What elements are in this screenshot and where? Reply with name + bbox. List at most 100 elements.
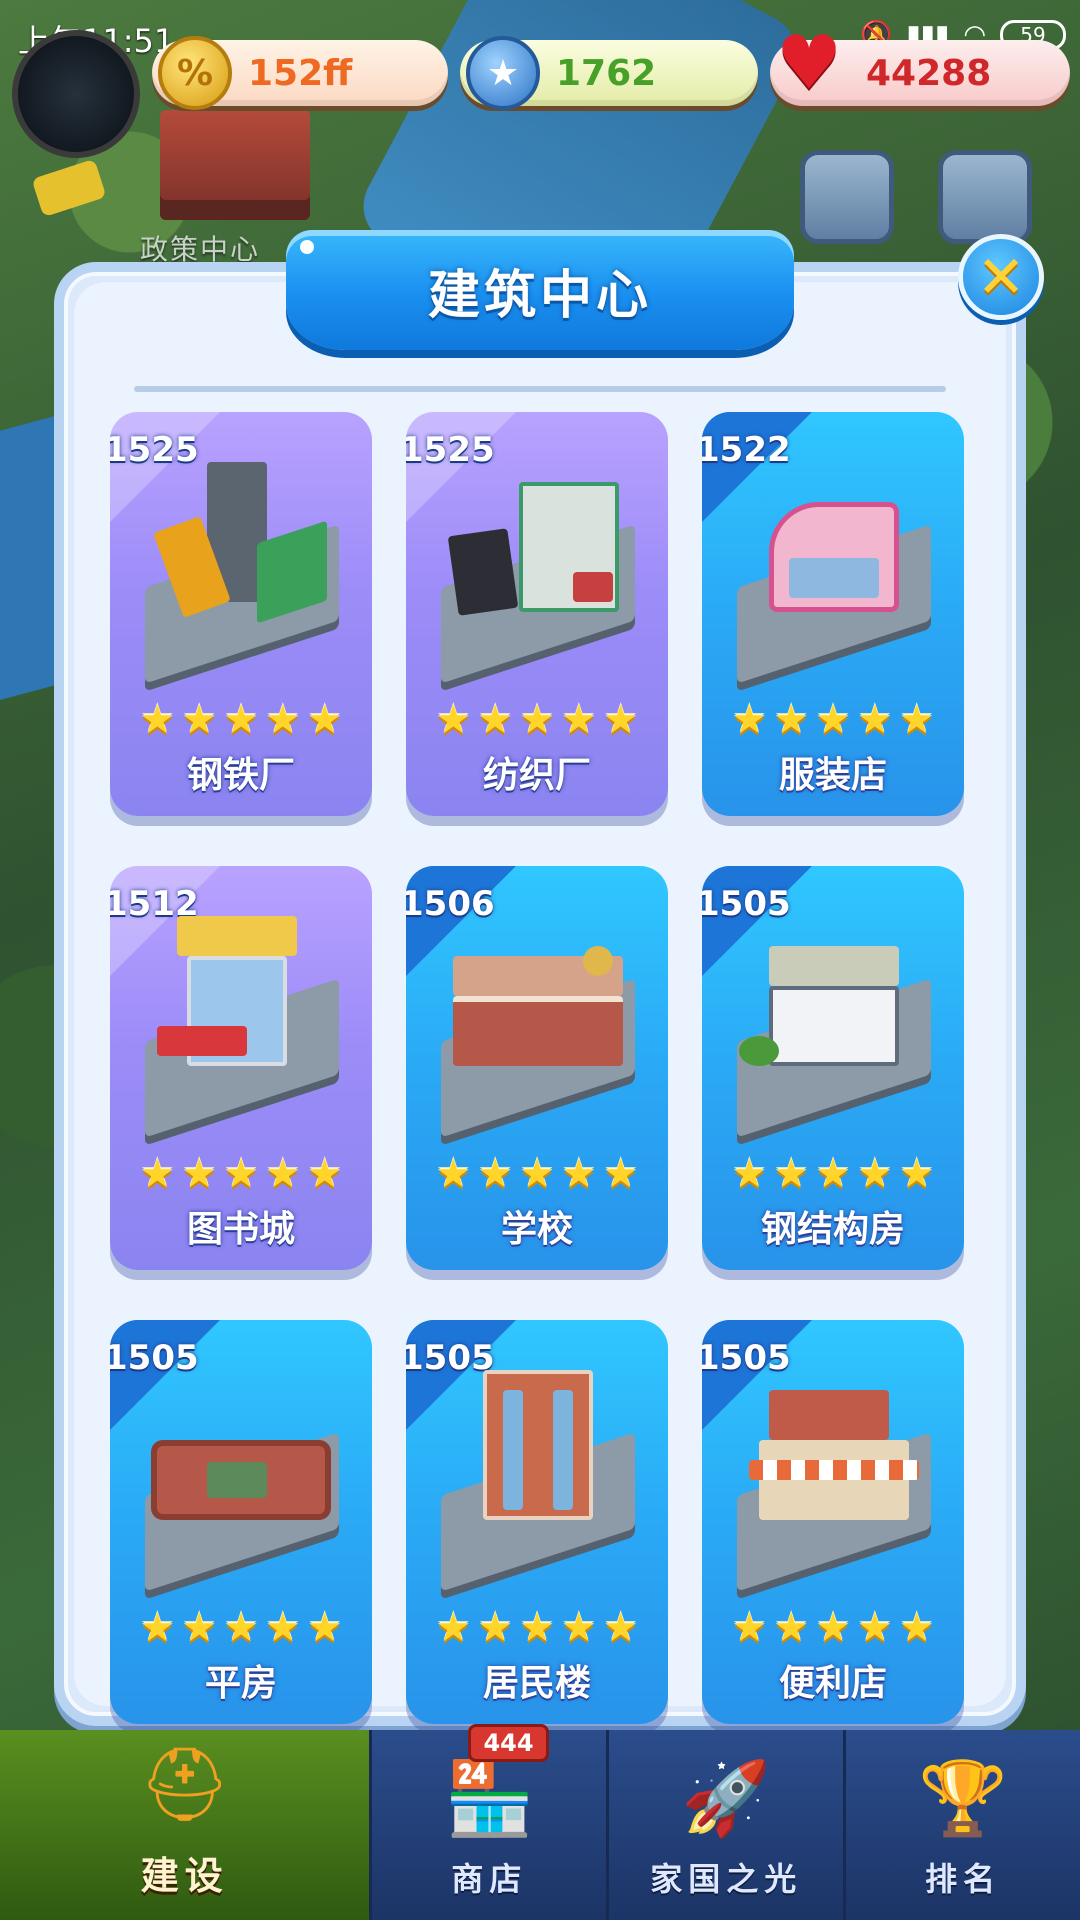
building-name: 图书城	[186, 1209, 295, 1250]
star-icon: ★	[181, 1605, 218, 1651]
star-rating: ★ ★ ★ ★ ★	[406, 1608, 668, 1648]
star-counter[interactable]: ★ 1762	[460, 36, 758, 110]
hard-hat-icon: ⛑	[139, 1742, 231, 1826]
tab-shop[interactable]: 444 🏪 商店	[369, 1724, 607, 1920]
building-card-bungalow[interactable]: 1505 ★ ★ ★ ★ ★ 平房	[110, 1320, 372, 1724]
building-card-steel-frame-house[interactable]: 1505 ★ ★ ★ ★ ★ 钢结构房	[702, 866, 964, 1270]
building-name: 钢铁厂	[186, 755, 295, 796]
building-card-convenience-store[interactable]: 1505 ★ ★ ★ ★ ★ 便利店	[702, 1320, 964, 1724]
star-icon: ★	[139, 1151, 176, 1197]
star-icon: ★	[856, 1605, 893, 1651]
building-name: 纺织厂	[482, 755, 591, 796]
star-rating: ★ ★ ★ ★ ★	[702, 1154, 964, 1194]
star-icon: ★	[435, 697, 472, 743]
star-icon: ★	[731, 1605, 768, 1651]
building-card-apartment[interactable]: 1505 ★ ★ ★ ★ ★ 居民楼	[406, 1320, 668, 1724]
star-icon: ★	[773, 1151, 810, 1197]
star-value: 1762	[556, 52, 657, 94]
star-icon: ★	[519, 1605, 555, 1651]
building-name: 钢结构房	[760, 1209, 905, 1250]
tab-national-glory[interactable]: 🚀 家国之光	[606, 1730, 844, 1920]
tab-label: 建设	[140, 1854, 229, 1898]
star-icon: ★	[560, 1605, 597, 1651]
star-icon: ★	[477, 1151, 514, 1197]
star-icon: ★	[306, 1151, 343, 1197]
divider	[134, 386, 946, 392]
star-icon: ★	[223, 1151, 259, 1197]
map-upgrade-icon[interactable]	[938, 150, 1032, 244]
building-card-book-city[interactable]: 1512 ★ ★ ★ ★ ★ 图书城	[110, 866, 372, 1270]
tab-build[interactable]: ⛑ 建设	[0, 1730, 370, 1920]
textile-mill-icon	[420, 452, 656, 684]
coin-value: 152ff	[248, 52, 353, 94]
star-icon: ★	[223, 1605, 259, 1651]
star-icon: ★	[815, 1151, 851, 1197]
star-icon: ★	[602, 1605, 639, 1651]
tab-ranking[interactable]: 🏆 排名	[843, 1730, 1080, 1920]
building-card-textile-mill[interactable]: 1525 ★ ★ ★ ★ ★ 纺织厂	[406, 412, 668, 816]
building-name: 服装店	[778, 755, 887, 796]
close-button[interactable]: ✕	[958, 234, 1044, 320]
building-card-clothing-store[interactable]: 1522 ★ ★ ★ ★ ★ 服装店	[702, 412, 964, 816]
star-icon: ★	[466, 36, 540, 110]
bungalow-icon	[124, 1360, 360, 1592]
star-icon: ★	[264, 1605, 301, 1651]
star-icon: ★	[139, 697, 176, 743]
heart-icon: ♥	[775, 20, 843, 106]
star-rating: ★ ★ ★ ★ ★	[702, 700, 964, 740]
steel-frame-house-icon	[716, 906, 952, 1138]
star-icon: ★	[815, 1605, 851, 1651]
map-event-icon[interactable]	[800, 150, 894, 244]
star-icon: ★	[560, 697, 597, 743]
star-icon: ★	[898, 1605, 935, 1651]
coin-counter[interactable]: % 152ff	[152, 36, 448, 110]
star-rating: ★ ★ ★ ★ ★	[110, 700, 372, 740]
star-icon: ★	[815, 697, 851, 743]
panel-title-ribbon: 建筑中心	[286, 230, 794, 350]
tab-label: 家国之光	[650, 1860, 803, 1898]
star-icon: ★	[602, 1151, 639, 1197]
star-icon: ★	[181, 697, 218, 743]
tab-label: 排名	[925, 1860, 1002, 1898]
building-name: 便利店	[778, 1663, 887, 1704]
star-icon: ★	[898, 1151, 935, 1197]
star-icon: ★	[477, 1605, 514, 1651]
building-card-steel-mill[interactable]: 1525 ★ ★ ★ ★ ★ 钢铁厂	[110, 412, 372, 816]
bottom-navigation: ⛑ 建设 444 🏪 商店 🚀 家国之光 🏆 排名	[0, 1724, 1080, 1920]
star-icon: ★	[856, 1151, 893, 1197]
building-name: 居民楼	[482, 1663, 591, 1704]
building-name: 学校	[500, 1209, 573, 1250]
player-avatar[interactable]	[12, 30, 140, 158]
apartment-icon	[420, 1360, 656, 1592]
ribbon-shine	[300, 240, 314, 254]
star-rating: ★ ★ ★ ★ ★	[110, 1608, 372, 1648]
building-card-school[interactable]: 1506 ★ ★ ★ ★ ★ 学校	[406, 866, 668, 1270]
convenience-store-icon	[716, 1360, 952, 1592]
map-building[interactable]	[160, 110, 310, 220]
star-icon: ★	[602, 697, 639, 743]
star-icon: ★	[519, 1151, 555, 1197]
star-icon: ★	[435, 1151, 472, 1197]
clothing-store-icon	[716, 452, 952, 684]
book-city-icon	[124, 906, 360, 1138]
shop-badge: 444	[468, 1724, 549, 1762]
star-icon: ★	[435, 1605, 472, 1651]
heart-value: 44288	[866, 52, 992, 94]
shop-icon: 🏪	[444, 1755, 535, 1840]
star-icon: ★	[264, 697, 301, 743]
star-icon: ★	[519, 697, 555, 743]
star-rating: ★ ★ ★ ★ ★	[406, 700, 668, 740]
close-icon: ✕	[976, 243, 1026, 311]
heart-counter[interactable]: ♥ 44288	[770, 20, 1070, 106]
school-icon	[420, 906, 656, 1138]
star-icon: ★	[731, 1151, 768, 1197]
star-icon: ★	[898, 697, 935, 743]
map-car	[31, 158, 107, 218]
star-icon: ★	[560, 1151, 597, 1197]
star-icon: ★	[856, 697, 893, 743]
building-grid: 1525 ★★★★★ 钢铁厂 1525 ★★★★★ 纺织厂 15	[110, 412, 972, 1724]
star-icon: ★	[306, 1605, 343, 1651]
star-rating: ★ ★ ★ ★ ★	[702, 1608, 964, 1648]
tab-label: 商店	[451, 1860, 528, 1898]
star-rating: ★ ★ ★ ★ ★	[110, 1154, 372, 1194]
